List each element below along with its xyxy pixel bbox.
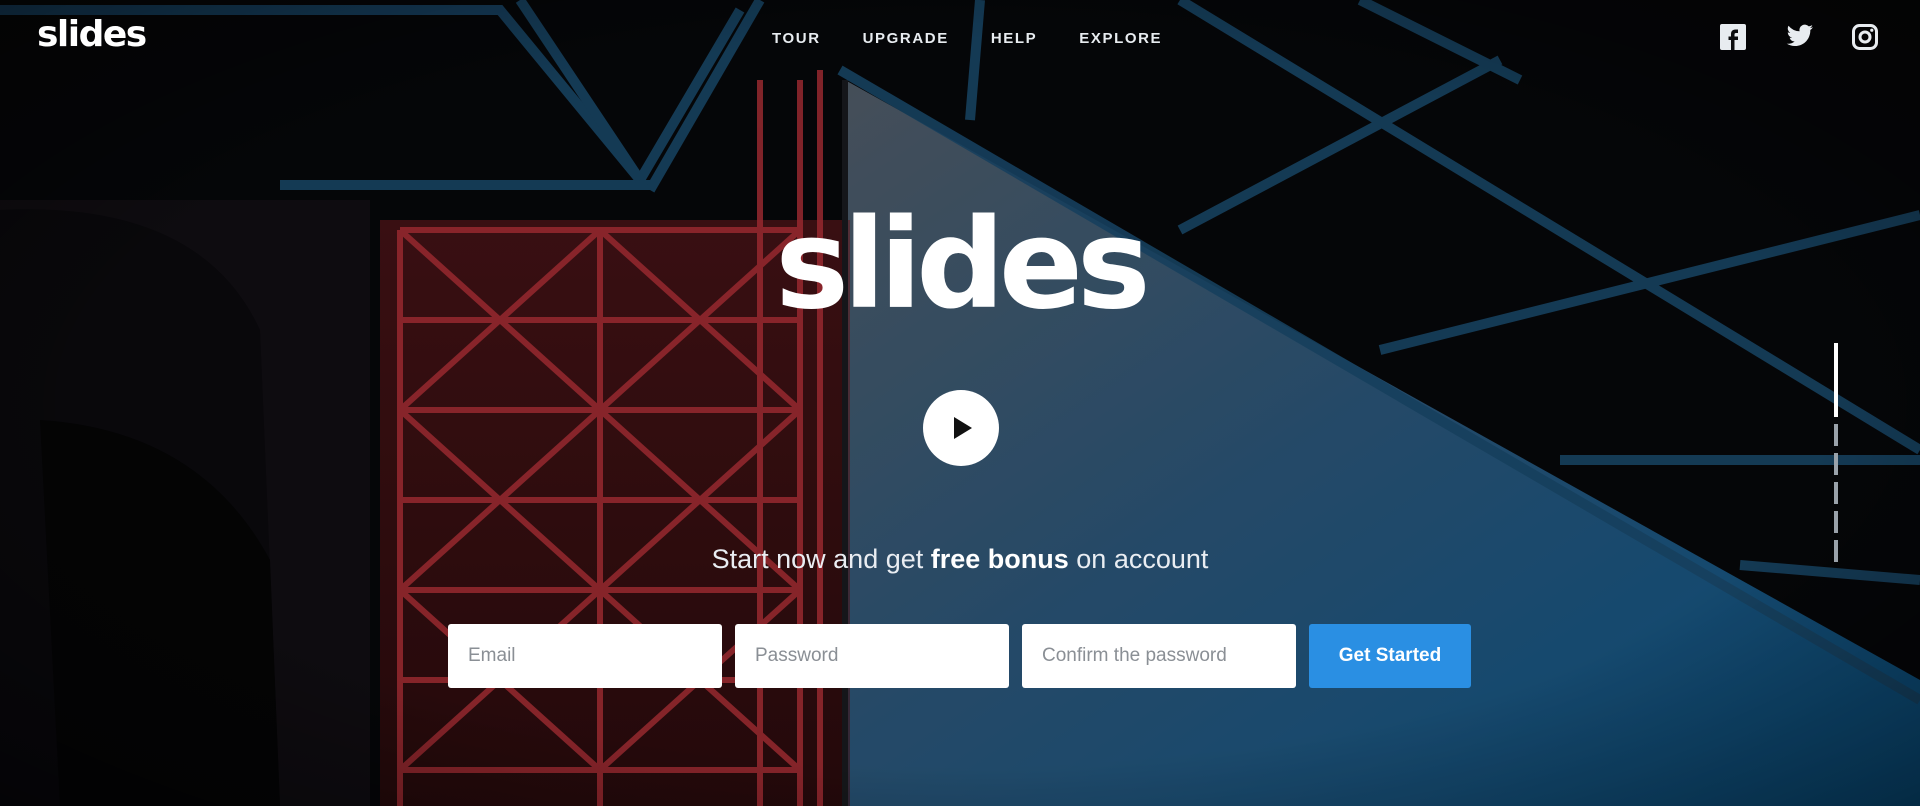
main-menu: TOUR UPGRADE HELP EXPLORE — [772, 30, 1204, 47]
password-field[interactable] — [735, 624, 1009, 688]
top-navigation: slides TOUR UPGRADE HELP EXPLORE — [0, 0, 1920, 80]
tagline-highlight: free bonus — [930, 544, 1069, 574]
pager-dot[interactable] — [1834, 424, 1838, 446]
social-links — [1720, 24, 1880, 52]
slide-pager — [1834, 343, 1840, 562]
email-field[interactable] — [448, 624, 722, 688]
tagline-prefix: Start now and get — [711, 544, 931, 574]
twitter-icon[interactable] — [1786, 24, 1814, 52]
brand-logo[interactable]: slides — [37, 14, 147, 55]
pager-dot[interactable] — [1834, 482, 1838, 504]
instagram-icon[interactable] — [1852, 24, 1880, 52]
pager-dot[interactable] — [1834, 453, 1838, 475]
tagline-suffix: on account — [1068, 544, 1209, 574]
nav-upgrade-link[interactable]: UPGRADE — [863, 30, 949, 47]
get-started-button[interactable]: Get Started — [1309, 624, 1471, 688]
signup-form: Get Started — [448, 624, 1471, 688]
landing-page: slides TOUR UPGRADE HELP EXPLORE slides … — [0, 0, 1920, 806]
pager-dot[interactable] — [1834, 511, 1838, 533]
nav-explore-link[interactable]: EXPLORE — [1079, 30, 1162, 47]
hero-tagline: Start now and get free bonus on account — [0, 544, 1920, 575]
nav-tour-link[interactable]: TOUR — [772, 30, 821, 47]
play-icon — [954, 417, 972, 439]
hero-title: slides — [775, 193, 1150, 337]
facebook-icon[interactable] — [1720, 24, 1748, 52]
nav-help-link[interactable]: HELP — [991, 30, 1037, 47]
pager-dot[interactable] — [1834, 540, 1838, 562]
play-video-button[interactable] — [923, 390, 999, 466]
confirm-password-field[interactable] — [1022, 624, 1296, 688]
pager-dot[interactable] — [1834, 343, 1838, 417]
